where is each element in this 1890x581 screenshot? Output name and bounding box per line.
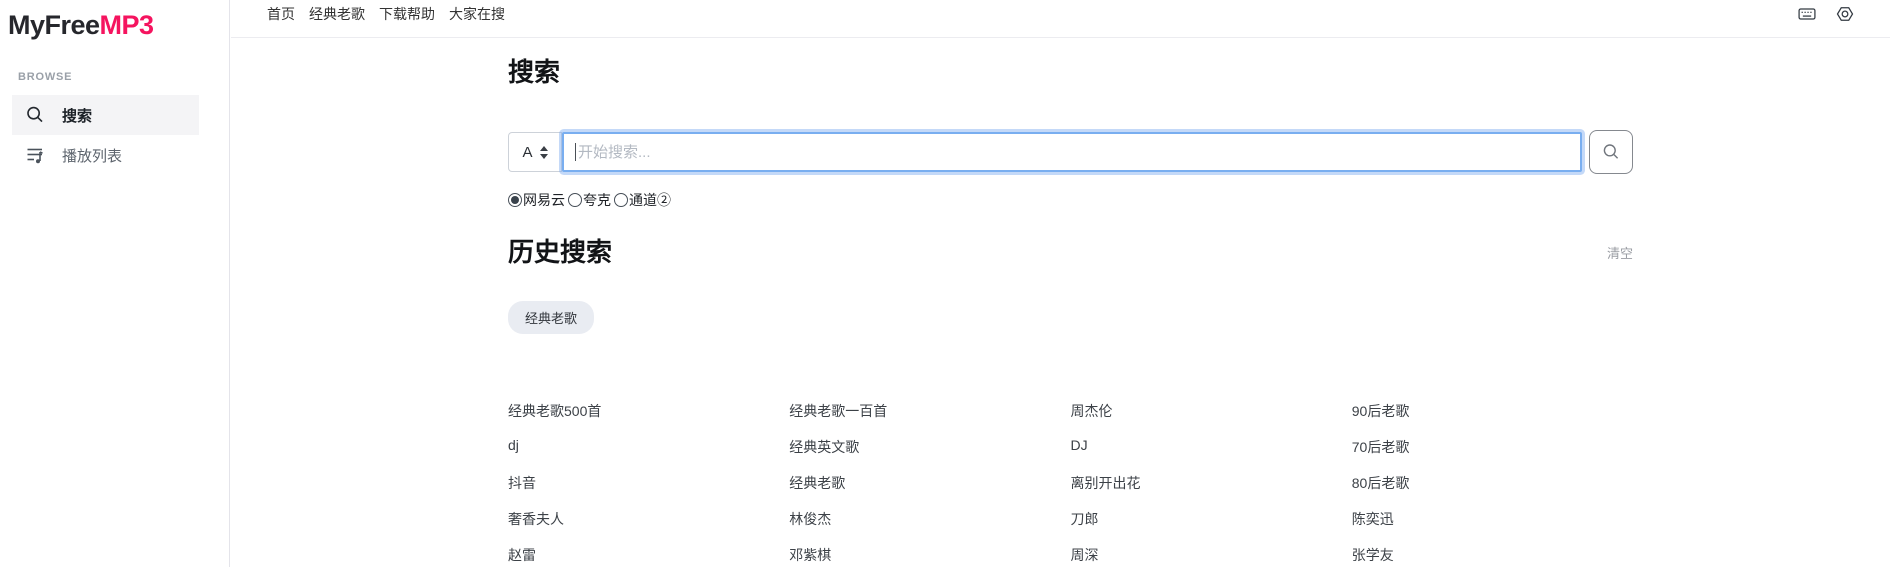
hot-search-item[interactable]: 抖音	[508, 473, 789, 509]
app-logo[interactable]: MyFreeMP3	[0, 0, 229, 41]
source-option-label: 通道②	[629, 190, 671, 210]
search-engine-selected-value: A	[522, 144, 532, 161]
search-submit-button[interactable]	[1589, 130, 1633, 174]
hot-search-item[interactable]: 张学友	[1352, 545, 1633, 581]
hot-search-item[interactable]: 奢香夫人	[508, 509, 789, 545]
search-source-options: 网易云 夸克 通道②	[508, 190, 1633, 210]
source-option-netease[interactable]: 网易云	[508, 190, 565, 210]
hot-search-item[interactable]: 赵雷	[508, 545, 789, 581]
search-input[interactable]	[562, 132, 1582, 172]
search-input-wrap	[562, 132, 1582, 172]
history-tags: 经典老歌	[508, 301, 1633, 334]
top-header: 首页 经典老歌 下载帮助 大家在搜	[231, 0, 1890, 38]
settings-icon[interactable]	[1835, 4, 1855, 24]
hot-search-item[interactable]: 经典老歌	[789, 473, 1070, 509]
header-icons	[1797, 4, 1855, 24]
hot-search-item[interactable]: 经典老歌500首	[508, 401, 789, 437]
nav-link-download-help[interactable]: 下载帮助	[379, 4, 435, 24]
logo-text-accent: MP3	[100, 10, 154, 40]
hot-search-item[interactable]: 90后老歌	[1352, 401, 1633, 437]
history-header: 历史搜索 清空	[508, 236, 1633, 268]
clear-history-button[interactable]: 清空	[1607, 243, 1633, 262]
sidebar: MyFreeMP3 BROWSE 搜索 播放列表	[0, 0, 230, 567]
nav-link-home[interactable]: 首页	[267, 4, 295, 24]
history-title: 历史搜索	[508, 236, 612, 268]
sidebar-item-search[interactable]: 搜索	[12, 95, 199, 135]
source-option-quark[interactable]: 夸克	[568, 190, 611, 210]
source-option-label: 夸克	[583, 190, 611, 210]
hot-search-item[interactable]: 周杰伦	[1071, 401, 1352, 437]
hot-search-item[interactable]: 邓紫棋	[789, 545, 1070, 581]
hot-search-grid: 经典老歌500首 经典老歌一百首 周杰伦 90后老歌 dj 经典英文歌 DJ 7…	[508, 401, 1633, 581]
sidebar-section-label: BROWSE	[18, 71, 229, 83]
text-cursor	[575, 143, 576, 161]
hot-search-item[interactable]: 刀郎	[1071, 509, 1352, 545]
hot-search-item[interactable]: 离别开出花	[1071, 473, 1352, 509]
source-option-label: 网易云	[523, 190, 565, 210]
select-arrows-icon	[540, 146, 548, 159]
nav-link-trending[interactable]: 大家在搜	[449, 4, 505, 24]
playlist-icon	[24, 144, 46, 166]
hot-search-item[interactable]: 陈奕迅	[1352, 509, 1633, 545]
search-page-title: 搜索	[508, 56, 1633, 88]
search-engine-select[interactable]: A	[508, 132, 562, 172]
top-nav: 首页 经典老歌 下载帮助 大家在搜	[267, 4, 505, 24]
search-icon	[24, 104, 46, 126]
hot-search-item[interactable]: 70后老歌	[1352, 437, 1633, 473]
hot-search-item[interactable]: 周深	[1071, 545, 1352, 581]
radio-unchecked-icon	[614, 193, 628, 207]
logo-text-primary: MyFree	[8, 10, 100, 40]
radio-unchecked-icon	[568, 193, 582, 207]
keyboard-icon[interactable]	[1797, 4, 1817, 24]
main-content: 搜索 A 网易云 夸克 通道	[508, 38, 1633, 581]
hot-search-item[interactable]: dj	[508, 437, 789, 473]
hot-search-item[interactable]: 经典英文歌	[789, 437, 1070, 473]
search-bar: A	[508, 132, 1633, 172]
sidebar-item-label: 播放列表	[62, 145, 122, 166]
hot-search-item[interactable]: 经典老歌一百首	[789, 401, 1070, 437]
hot-search-item[interactable]: 林俊杰	[789, 509, 1070, 545]
history-tag[interactable]: 经典老歌	[508, 301, 594, 334]
sidebar-item-playlist[interactable]: 播放列表	[12, 135, 199, 175]
sidebar-item-label: 搜索	[62, 105, 92, 126]
hot-search-item[interactable]: 80后老歌	[1352, 473, 1633, 509]
hot-search-item[interactable]: DJ	[1071, 437, 1352, 473]
nav-link-classic-songs[interactable]: 经典老歌	[309, 4, 365, 24]
source-option-channel2[interactable]: 通道②	[614, 190, 671, 210]
search-icon	[1601, 142, 1621, 162]
radio-checked-icon	[508, 193, 522, 207]
